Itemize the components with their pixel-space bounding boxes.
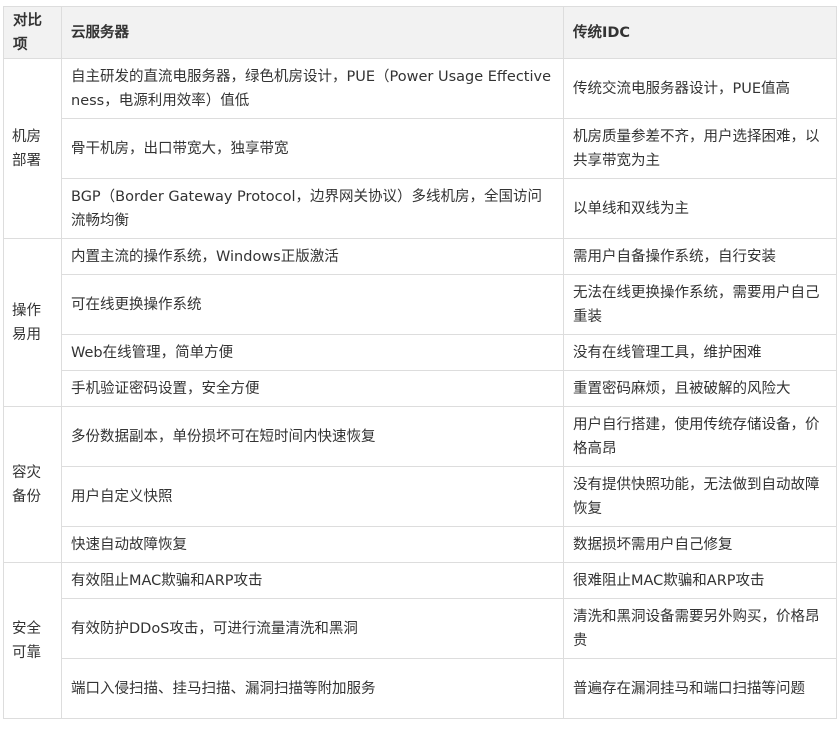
cloud-cell: 可在线更换操作系统 bbox=[61, 274, 564, 335]
comparison-table: 对比项 云服务器 传统IDC 机房部署 自主研发的直流电服务器，绿色机房设计，PU… bbox=[3, 6, 837, 719]
idc-cell: 没有提供快照功能，无法做到自动故障恢复 bbox=[563, 466, 837, 527]
idc-cell: 数据损坏需用户自己修复 bbox=[563, 526, 837, 563]
cloud-cell: 骨干机房，出口带宽大，独享带宽 bbox=[61, 118, 564, 179]
header-cell-cloud: 云服务器 bbox=[61, 6, 564, 59]
cloud-cell: 有效阻止MAC欺骗和ARP攻击 bbox=[61, 562, 564, 599]
cloud-cell: 多份数据副本，单份损坏可在短时间内快速恢复 bbox=[61, 406, 564, 467]
cloud-cell: Web在线管理，简单方便 bbox=[61, 334, 564, 371]
cloud-cell: 快速自动故障恢复 bbox=[61, 526, 564, 563]
cloud-cell: BGP（Border Gateway Protocol，边界网关协议）多线机房，… bbox=[61, 178, 564, 239]
idc-cell: 用户自行搭建，使用传统存储设备，价格高昂 bbox=[563, 406, 837, 467]
idc-cell: 以单线和双线为主 bbox=[563, 178, 837, 239]
idc-cell: 无法在线更换操作系统，需要用户自己重装 bbox=[563, 274, 837, 335]
cloud-cell: 端口入侵扫描、挂马扫描、漏洞扫描等附加服务 bbox=[61, 658, 564, 719]
header-row: 对比项 云服务器 传统IDC bbox=[3, 6, 837, 59]
table-row: 快速自动故障恢复 数据损坏需用户自己修复 bbox=[4, 526, 837, 563]
idc-cell: 清洗和黑洞设备需要另外购买，价格昂贵 bbox=[563, 598, 837, 659]
idc-cell: 需用户自备操作系统，自行安装 bbox=[563, 238, 837, 275]
idc-cell: 传统交流电服务器设计，PUE值高 bbox=[563, 58, 837, 119]
category-cell: 操作易用 bbox=[3, 238, 62, 407]
cloud-cell: 内置主流的操作系统，Windows正版激活 bbox=[61, 238, 564, 275]
table-row: 骨干机房，出口带宽大，独享带宽 机房质量参差不齐，用户选择困难，以共享带宽为主 bbox=[4, 118, 837, 179]
table-row: 安全可靠 有效阻止MAC欺骗和ARP攻击 很难阻止MAC欺骗和ARP攻击 bbox=[3, 562, 837, 719]
table-row: 端口入侵扫描、挂马扫描、漏洞扫描等附加服务 普遍存在漏洞挂马和端口扫描等问题 bbox=[4, 658, 837, 719]
category-cell: 安全可靠 bbox=[3, 562, 62, 719]
cloud-cell: 自主研发的直流电服务器，绿色机房设计，PUE（Power Usage Effec… bbox=[61, 58, 564, 119]
cloud-cell: 用户自定义快照 bbox=[61, 466, 564, 527]
table-row: Web在线管理，简单方便 没有在线管理工具，维护困难 bbox=[4, 334, 837, 371]
cloud-cell: 手机验证密码设置，安全方便 bbox=[61, 370, 564, 407]
idc-cell: 普遍存在漏洞挂马和端口扫描等问题 bbox=[563, 658, 837, 719]
header-cell-category: 对比项 bbox=[3, 6, 62, 59]
cloud-cell: 有效防护DDoS攻击，可进行流量清洗和黑洞 bbox=[61, 598, 564, 659]
table-row: 有效防护DDoS攻击，可进行流量清洗和黑洞 清洗和黑洞设备需要另外购买，价格昂贵 bbox=[4, 598, 837, 659]
idc-cell: 没有在线管理工具，维护困难 bbox=[563, 334, 837, 371]
idc-cell: 很难阻止MAC欺骗和ARP攻击 bbox=[563, 562, 837, 599]
category-cell: 机房部署 bbox=[3, 58, 62, 239]
header-cell-idc: 传统IDC bbox=[563, 6, 837, 59]
table-row: BGP（Border Gateway Protocol，边界网关协议）多线机房，… bbox=[4, 178, 837, 239]
table-row: 可在线更换操作系统 无法在线更换操作系统，需要用户自己重装 bbox=[4, 274, 837, 335]
category-cell: 容灾备份 bbox=[3, 406, 62, 563]
table-row: 手机验证密码设置，安全方便 重置密码麻烦，且被破解的风险大 bbox=[4, 370, 837, 407]
table-row: 容灾备份 多份数据副本，单份损坏可在短时间内快速恢复 用户自行搭建，使用传统存储设备… bbox=[3, 406, 837, 563]
idc-cell: 重置密码麻烦，且被破解的风险大 bbox=[563, 370, 837, 407]
table-row: 操作易用 内置主流的操作系统，Windows正版激活 需用户自备操作系统，自行安装 bbox=[3, 238, 837, 407]
table-row: 用户自定义快照 没有提供快照功能，无法做到自动故障恢复 bbox=[4, 466, 837, 527]
idc-cell: 机房质量参差不齐，用户选择困难，以共享带宽为主 bbox=[563, 118, 837, 179]
table-row: 机房部署 自主研发的直流电服务器，绿色机房设计，PUE（Power Usage E… bbox=[3, 58, 837, 239]
